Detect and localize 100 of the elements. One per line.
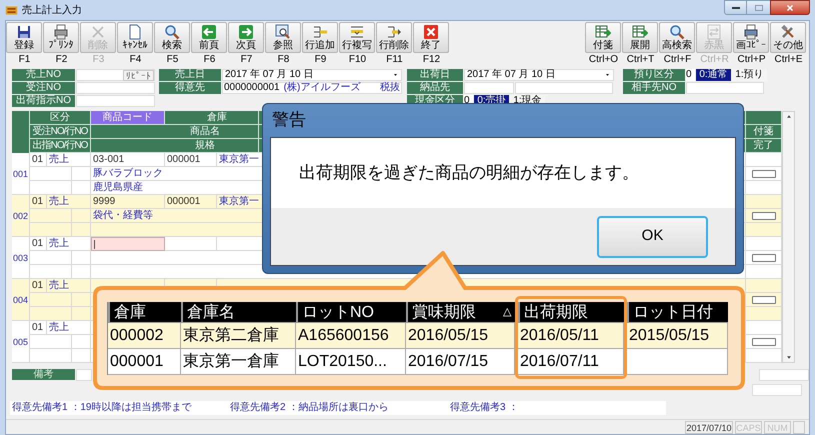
column-header[interactable]: 商品コード [91,111,165,125]
customer-note: 得意先備考1 ：19時以降は担当携帯まで [11,401,192,415]
table-cell: 2016/05/15 [406,323,515,349]
option-button[interactable]: 1:預り [732,69,767,81]
table-cell: 01 [30,321,47,335]
window-title: 売上計上入力 [22,4,82,18]
note-checkbox[interactable] [752,212,776,220]
toolbar-button[interactable]: 参照 [265,22,301,53]
close-button[interactable] [770,0,810,15]
note-checkbox[interactable] [752,254,776,262]
app-icon [5,4,18,16]
toolbar-button[interactable]: 前頁 [191,22,227,53]
toolbar-button[interactable]: 高検索 [659,22,695,53]
date-field[interactable]: 2017 年 07 月 10 日 [464,69,614,81]
input-field[interactable] [759,369,809,381]
toolbar-button[interactable]: 展開 [622,22,658,53]
scroll-up-icon [786,114,792,119]
printer-icon [743,24,759,40]
toolbar-button[interactable]: 行複写 [339,22,375,53]
table-cell: 2016/07/15 [406,349,515,375]
input-field[interactable] [76,369,92,381]
note-checkbox[interactable] [752,296,776,304]
tools-icon [780,24,796,40]
shortcut-label: F3 [92,54,106,66]
row-copy-icon [349,24,365,40]
table-arrow-icon [595,24,611,40]
toolbar-button[interactable]: その他 [770,22,806,53]
toolbar-button[interactable]: 付箋 [585,22,621,53]
column-header: 出指NO/行NO [30,139,91,153]
toolbar-button[interactable]: 次頁 [228,22,264,53]
table-cell: 売上 [47,153,91,167]
table-cell: 9999 [91,195,165,209]
input-field[interactable] [515,82,613,94]
row-number: 005 [12,321,30,363]
ok-button[interactable]: OK [597,216,708,258]
field-label: 出荷日 [407,69,463,81]
document-icon [127,24,143,40]
column-header: 受注NO/行NO [30,125,91,139]
row-insert-icon [312,24,328,40]
input-field[interactable] [91,237,165,251]
empty-cell [72,167,91,181]
field-label: 得意先 [159,82,221,94]
table-cell[interactable]: 000001 [108,349,181,375]
input-field[interactable] [76,95,155,107]
table-cell[interactable]: 000002 [108,323,181,349]
table-cell: 売上 [47,279,91,293]
scrollbar[interactable] [782,111,795,363]
toolbar-button[interactable]: 終了 [413,22,449,53]
shortcut-label: Ctrl+O [588,54,620,66]
toolbar-button[interactable]: 画ｺﾋﾟｰ [733,22,769,53]
column-header[interactable]: 区分 [30,111,91,125]
empty-cell [30,209,72,223]
tax-type: 税抜 [380,82,400,94]
toolbar-button[interactable]: 行削除 [376,22,412,53]
field-label: 納品先 [407,82,463,94]
search-icon [669,24,685,40]
option-value: 0 [686,69,695,81]
shortcut-label: Ctrl+F [662,54,692,66]
table-cell: 東京第一倉庫 [181,349,296,375]
shortcut-label: F10 [348,54,368,66]
column-header[interactable]: 賞味期限 △ [406,302,515,323]
toolbar-button[interactable]: 登録 [6,22,42,53]
table-cell: 売上 [47,195,91,209]
column-header[interactable]: 出荷期限 [518,302,624,323]
empty-cell [30,251,72,265]
row-delete-icon [386,24,402,40]
toolbar-button[interactable]: ｷｬﾝｾﾙ [117,22,153,53]
table-cell: 01 [30,195,47,209]
scroll-down-icon [786,355,792,360]
column-header[interactable]: ロット日付 [627,302,728,323]
column-header[interactable]: 倉庫 [165,111,259,125]
note-checkbox[interactable] [752,338,776,346]
shortcut-label: F6 [202,54,216,66]
search-icon [164,24,180,40]
input-field[interactable] [76,82,155,94]
option-button[interactable]: 0:通常 [696,69,731,81]
shortcut-label: Ctrl+T [626,54,656,66]
input-field[interactable] [752,384,802,396]
input-field[interactable] [686,82,764,94]
close-icon [786,4,794,12]
toolbar-button[interactable]: 検索 [154,22,190,53]
dialog-title: 警告 [271,109,306,131]
table-cell: 2016/05/11 [518,323,624,349]
dropdown-arrow-icon [605,73,610,77]
input-field[interactable] [464,82,514,94]
empty-cell [30,349,72,363]
table-cell: 01 [30,279,47,293]
toolbar-button[interactable]: ﾌﾟﾘﾝﾀ [43,22,79,53]
toolbar-button[interactable]: 行追加 [302,22,338,53]
field-label: 出荷指示NO [12,95,75,107]
date-field[interactable]: 2017 年 07 月 10 日 [222,69,402,81]
column-header[interactable]: ロットNO [296,302,406,323]
minimize-button[interactable] [724,0,747,15]
repeat-button[interactable]: ﾘﾋﾟｰﾄ [123,70,154,81]
shortcut-label: F7 [240,54,254,66]
column-header[interactable]: 倉庫名 [181,302,296,323]
empty-cell [30,167,72,181]
field-label: 備考 [12,369,75,380]
note-checkbox[interactable] [752,170,776,178]
column-header[interactable]: 倉庫 [108,302,181,323]
